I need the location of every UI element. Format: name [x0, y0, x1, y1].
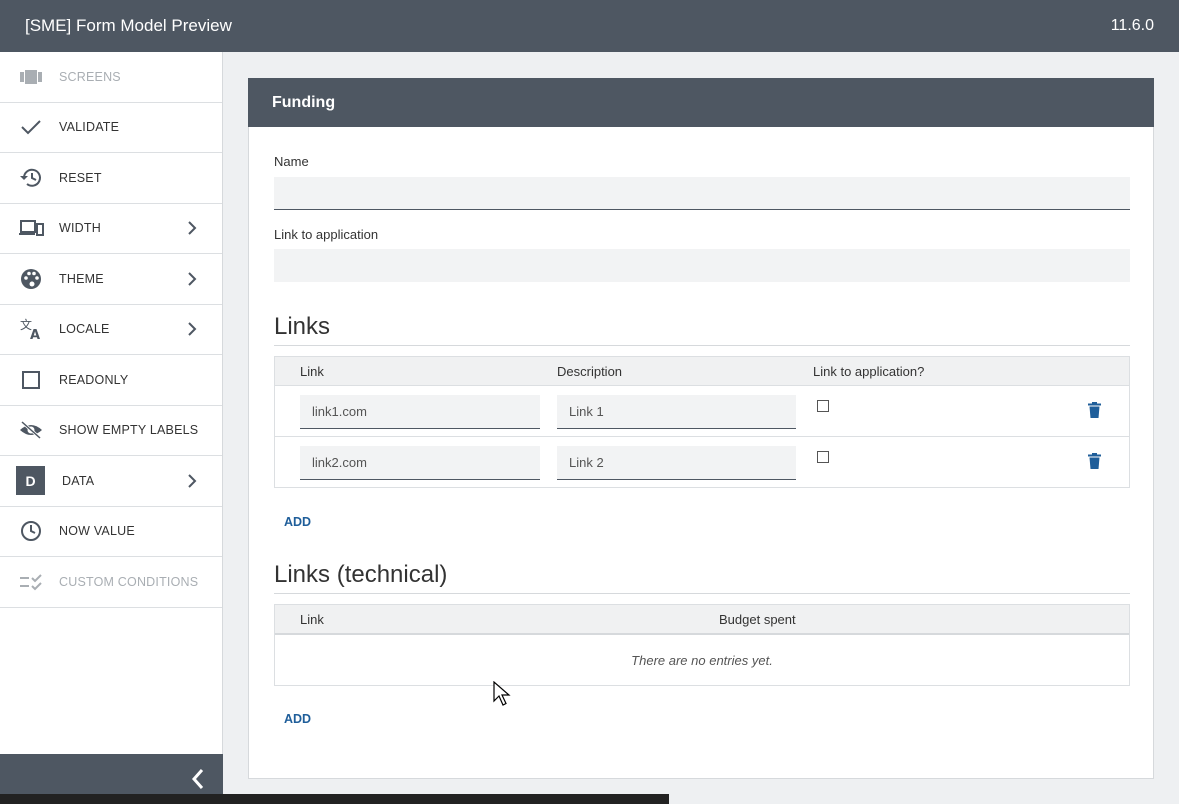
- links-technical-add-button[interactable]: ADD: [284, 712, 311, 726]
- link-to-application-checkbox[interactable]: [817, 451, 829, 463]
- translate-icon: 文A: [16, 317, 46, 341]
- app-header: [SME] Form Model Preview 11.6.0: [0, 0, 1179, 52]
- form-panel: Funding Name Link to application Links L…: [248, 78, 1154, 779]
- clock-icon: [16, 519, 46, 543]
- chevron-right-icon: [188, 474, 197, 488]
- link-to-application-input[interactable]: [274, 249, 1130, 282]
- sidebar-item-readonly[interactable]: READONLY: [0, 355, 222, 406]
- links-add-button[interactable]: ADD: [284, 515, 311, 529]
- sidebar-item-label: LOCALE: [59, 322, 110, 337]
- trash-icon[interactable]: [1088, 453, 1101, 469]
- links-technical-table-header: Link Budget spent: [275, 605, 1129, 633]
- link-to-application-label: Link to application: [274, 227, 379, 242]
- sidebar-item-validate[interactable]: VALIDATE: [0, 103, 222, 153]
- trash-icon[interactable]: [1088, 402, 1101, 418]
- app-version: 11.6.0: [1110, 17, 1154, 34]
- sidebar-item-label: SCREENS: [59, 69, 121, 84]
- sidebar-item-label: NOW VALUE: [59, 524, 135, 539]
- table-row: link1.com Link 1: [275, 385, 1129, 436]
- column-header-link: Link: [300, 611, 324, 627]
- name-label: Name: [274, 154, 309, 169]
- sidebar-item-label: THEME: [59, 271, 104, 286]
- sidebar-item-width[interactable]: WIDTH: [0, 204, 222, 254]
- sidebar: SCREENS VALIDATE RESET WIDTH THEME 文A LO…: [0, 52, 223, 804]
- check-icon: [16, 115, 46, 139]
- screens-icon: [16, 65, 46, 89]
- column-header-link-to-application: Link to application?: [813, 363, 925, 379]
- link-input[interactable]: link1.com: [300, 395, 540, 429]
- links-table: Link Description Link to application? li…: [274, 356, 1130, 488]
- devices-icon: [16, 216, 46, 240]
- description-input[interactable]: Link 2: [557, 446, 796, 480]
- sidebar-item-label: READONLY: [59, 372, 129, 387]
- sidebar-item-now-value[interactable]: NOW VALUE: [0, 507, 222, 557]
- sidebar-item-custom-conditions[interactable]: CUSTOM CONDITIONS: [0, 557, 222, 608]
- sidebar-item-screens[interactable]: SCREENS: [0, 52, 222, 103]
- description-input[interactable]: Link 1: [557, 395, 796, 429]
- sidebar-item-theme[interactable]: THEME: [0, 254, 222, 305]
- sidebar-item-label: DATA: [62, 473, 95, 488]
- links-table-header: Link Description Link to application?: [275, 357, 1129, 385]
- form-title: Funding: [248, 78, 1154, 127]
- palette-icon: [16, 267, 46, 291]
- table-row: link2.com Link 2: [275, 436, 1129, 487]
- chevron-left-icon: [191, 769, 204, 789]
- chevron-right-icon: [188, 221, 197, 235]
- sidebar-item-reset[interactable]: RESET: [0, 153, 222, 204]
- sidebar-item-data[interactable]: D DATA: [0, 456, 222, 507]
- mouse-cursor-icon: [493, 681, 511, 706]
- sidebar-item-label: WIDTH: [59, 221, 101, 236]
- sidebar-item-locale[interactable]: 文A LOCALE: [0, 305, 222, 355]
- links-section-title: Links: [274, 313, 1130, 346]
- name-input[interactable]: [274, 177, 1130, 210]
- column-header-link: Link: [300, 363, 324, 379]
- link-to-application-checkbox[interactable]: [817, 400, 829, 412]
- svg-text:A: A: [30, 328, 40, 340]
- empty-state-text: There are no entries yet.: [275, 633, 1129, 685]
- history-icon: [16, 166, 46, 190]
- eye-off-icon: [16, 418, 46, 442]
- column-header-description: Description: [557, 363, 623, 379]
- chevron-right-icon: [188, 322, 197, 336]
- links-technical-table: Link Budget spent There are no entries y…: [274, 604, 1130, 686]
- column-header-budget-spent: Budget spent: [719, 611, 796, 627]
- sidebar-item-label: SHOW EMPTY LABELS: [59, 423, 199, 438]
- sidebar-item-label: VALIDATE: [59, 120, 120, 135]
- sidebar-item-show-empty-labels[interactable]: SHOW EMPTY LABELS: [0, 406, 222, 456]
- chevron-right-icon: [188, 272, 197, 286]
- bottom-overlay-bar: [0, 794, 669, 804]
- sidebar-item-label: RESET: [59, 170, 102, 185]
- checkbox-icon: [16, 368, 46, 392]
- links-technical-section-title: Links (technical): [274, 561, 1130, 594]
- data-icon: D: [16, 466, 45, 496]
- sidebar-item-label: CUSTOM CONDITIONS: [59, 574, 199, 589]
- conditions-icon: [16, 570, 46, 594]
- link-input[interactable]: link2.com: [300, 446, 540, 480]
- app-title: [SME] Form Model Preview: [25, 16, 232, 35]
